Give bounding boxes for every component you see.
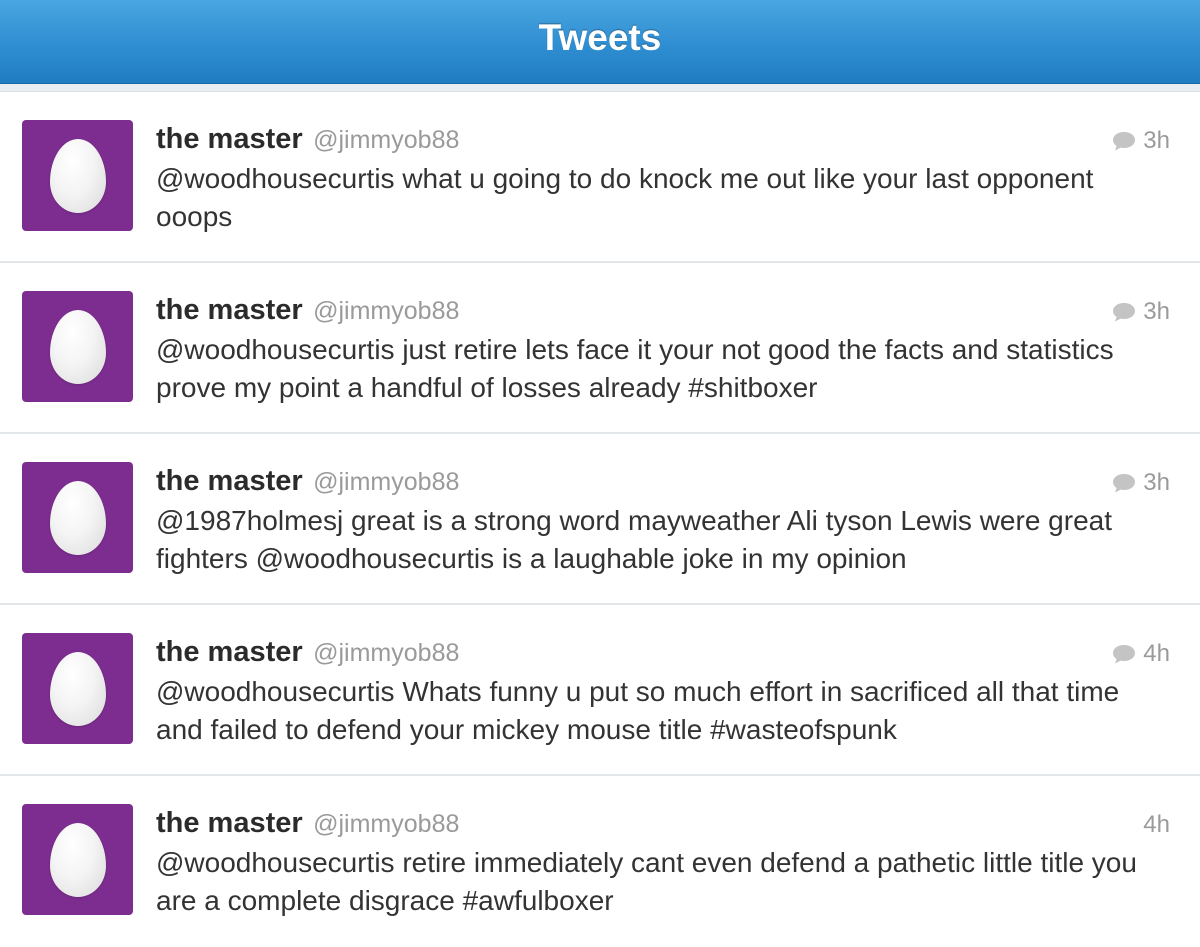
tweet-list: the master @jimmyob88 3h @woodhousecurti… [0,92,1200,947]
tweet-item[interactable]: the master @jimmyob88 3h @woodhousecurti… [0,92,1200,263]
default-egg-icon [49,480,106,555]
tweet-author: the master @jimmyob88 [156,807,459,840]
author-handle[interactable]: @jimmyob88 [313,810,459,838]
speech-bubble-icon [1113,474,1136,493]
tweet-timestamp: 3h [1143,127,1170,154]
tweet-text: @woodhousecurtis retire immediately cant… [156,847,1137,916]
speech-bubble-icon [1113,132,1136,151]
default-egg-icon [49,309,106,384]
tweet-meta: 4h [1111,640,1170,668]
default-egg-icon [49,651,106,726]
tweet-timestamp: 4h [1143,640,1170,667]
tweet-meta: 3h [1111,127,1170,155]
avatar[interactable] [22,804,133,915]
author-handle[interactable]: @jimmyob88 [313,297,459,325]
tweet-item[interactable]: the master @jimmyob88 3h @1987holmesj gr… [0,434,1200,605]
default-egg-icon [49,138,106,213]
author-handle[interactable]: @jimmyob88 [313,639,459,667]
tweet-author: the master @jimmyob88 [156,465,459,498]
header-bar: Tweets [0,0,1200,84]
tweet-timestamp: 3h [1143,469,1170,496]
tweet-author: the master @jimmyob88 [156,294,459,327]
header-divider [0,84,1200,92]
tweet-text: @woodhousecurtis just retire lets face i… [156,334,1114,403]
avatar[interactable] [22,633,133,744]
author-name[interactable]: the master [156,807,303,839]
tweet-item[interactable]: the master @jimmyob88 4h @woodhousecurti… [0,776,1200,947]
author-name[interactable]: the master [156,636,303,668]
tweet-text: @1987holmesj great is a strong word mayw… [156,505,1112,574]
avatar[interactable] [22,120,133,231]
tweet-meta: 3h [1111,298,1170,326]
tweet-text: @woodhousecurtis what u going to do knoc… [156,163,1094,232]
author-name[interactable]: the master [156,294,303,326]
tweet-meta: 4h [1143,811,1170,839]
tweet-meta: 3h [1111,469,1170,497]
avatar[interactable] [22,462,133,573]
tweet-timestamp: 3h [1143,298,1170,325]
speech-bubble-icon [1113,303,1136,322]
tweet-timestamp: 4h [1143,811,1170,838]
tweet-author: the master @jimmyob88 [156,636,459,669]
author-name[interactable]: the master [156,123,303,155]
tweet-item[interactable]: the master @jimmyob88 4h @woodhousecurti… [0,605,1200,776]
author-handle[interactable]: @jimmyob88 [313,126,459,154]
tweet-author: the master @jimmyob88 [156,123,459,156]
tweet-item[interactable]: the master @jimmyob88 3h @woodhousecurti… [0,263,1200,434]
speech-bubble-icon [1113,645,1136,664]
author-name[interactable]: the master [156,465,303,497]
page-title: Tweets [538,16,662,58]
default-egg-icon [49,822,106,897]
author-handle[interactable]: @jimmyob88 [313,468,459,496]
tweet-text: @woodhousecurtis Whats funny u put so mu… [156,676,1120,745]
avatar[interactable] [22,291,133,402]
